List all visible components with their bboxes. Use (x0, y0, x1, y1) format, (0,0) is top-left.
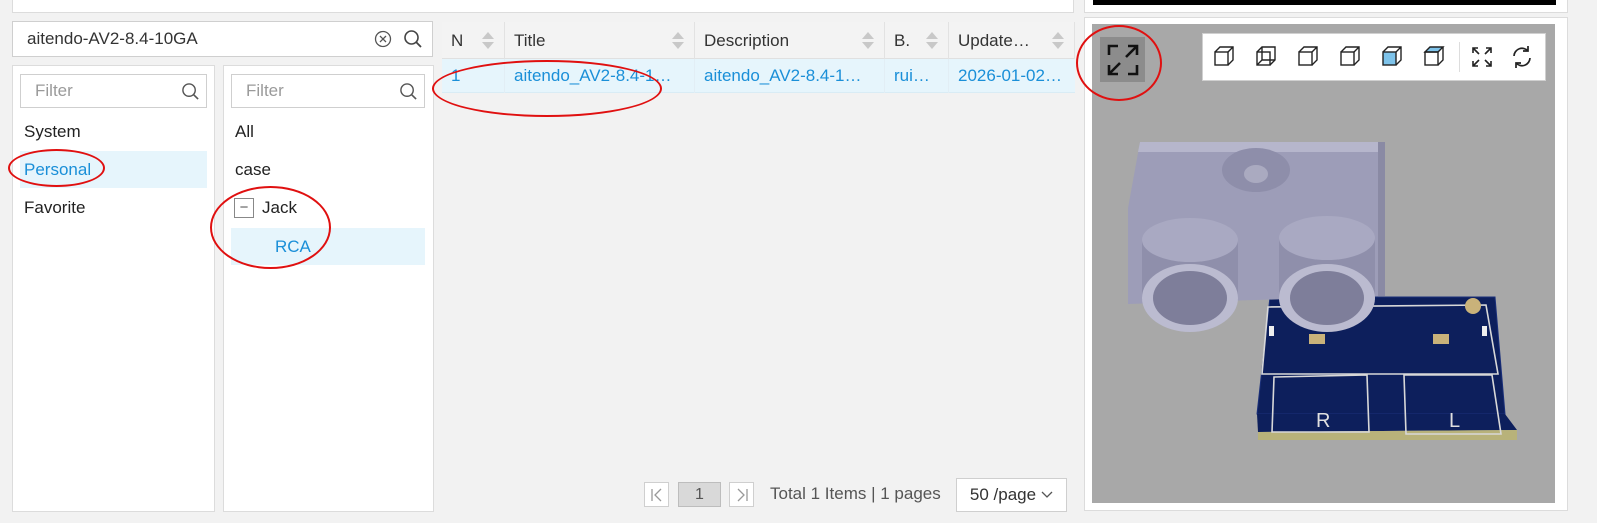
cell-description: aitendo_AV2-8.4-1… (695, 59, 885, 93)
column-header-updated[interactable]: Update… (949, 22, 1075, 59)
last-page-icon (737, 488, 748, 501)
page-size-value: 50 /page (969, 485, 1037, 504)
pagination-summary: Total 1 Items | 1 pages (770, 484, 941, 503)
column-label: N (451, 30, 464, 50)
category-item-case[interactable]: case (231, 151, 425, 188)
search-icon[interactable] (402, 28, 424, 50)
sort-icon[interactable] (925, 30, 939, 51)
search-icon[interactable] (181, 82, 200, 101)
tree-child-label: RCA (275, 236, 311, 256)
table-header: N Title Description B. Update… (442, 22, 1075, 59)
first-page-button[interactable] (644, 482, 669, 507)
library-item-label: System (24, 121, 81, 141)
page-size-select[interactable]: 50 /page (956, 478, 1067, 512)
category-item-label: case (235, 159, 271, 179)
column-header-description[interactable]: Description (695, 22, 885, 59)
cube-right-icon[interactable] (1337, 44, 1363, 70)
cell-title: aitendo_AV2-8.4-1… (505, 59, 695, 93)
fit-view-icon[interactable] (1469, 44, 1495, 70)
cell-b: rui… (885, 59, 949, 93)
category-item-label: All (235, 121, 254, 141)
column-label: Description (704, 30, 790, 50)
collapse-icon[interactable]: − (234, 197, 254, 218)
table-row[interactable]: 1 aitendo_AV2-8.4-1… aitendo_AV2-8.4-1… … (442, 59, 1075, 93)
library-item-favorite[interactable]: Favorite (20, 189, 207, 226)
category-filter-input[interactable]: Filter (231, 74, 425, 108)
search-input[interactable]: aitendo-AV2-8.4-10GA (12, 21, 433, 57)
sort-icon[interactable] (1051, 30, 1065, 51)
column-header-b[interactable]: B. (885, 22, 949, 59)
board-label-l: L (1449, 410, 1460, 432)
first-page-icon (650, 488, 661, 501)
3d-viewer[interactable]: R L (1092, 24, 1555, 503)
last-page-button[interactable] (729, 482, 754, 507)
tree-node-label: Jack (262, 197, 297, 217)
cube-bottom-icon[interactable] (1421, 44, 1447, 70)
cell-n: 1 (442, 59, 505, 93)
column-label: Title (514, 30, 546, 50)
tree-node-jack[interactable]: − Jack (231, 189, 425, 226)
column-label: Update… (958, 30, 1030, 50)
expand-icon (1107, 44, 1138, 75)
sort-icon[interactable] (861, 30, 875, 51)
category-item-all[interactable]: All (231, 113, 425, 150)
cell-updated: 2026-01-02… (958, 66, 1062, 85)
category-filter-placeholder: Filter (246, 81, 284, 100)
column-header-n[interactable]: N (442, 22, 505, 59)
3d-model-render: R L (1128, 142, 1517, 440)
cube-front-icon[interactable] (1211, 44, 1237, 70)
tree-child-rca[interactable]: RCA (231, 228, 425, 265)
sort-icon[interactable] (481, 30, 495, 51)
cube-top-icon[interactable] (1379, 44, 1405, 70)
library-item-label: Favorite (24, 197, 86, 217)
page-number-button[interactable]: 1 (678, 482, 721, 507)
top-panel-edge (12, 0, 1074, 13)
view-toolbar (1202, 33, 1546, 81)
cube-back-icon[interactable] (1253, 44, 1279, 70)
rotate-icon[interactable] (1509, 44, 1535, 70)
library-filter-input[interactable]: Filter (20, 74, 207, 108)
sort-icon[interactable] (671, 30, 685, 51)
library-item-personal[interactable]: Personal (20, 151, 207, 188)
search-value: aitendo-AV2-8.4-10GA (27, 29, 198, 48)
library-item-system[interactable]: System (20, 113, 207, 150)
chevron-down-icon (1041, 491, 1053, 498)
column-label: B. (894, 30, 911, 50)
viewer-top-bar (1093, 0, 1556, 5)
column-header-title[interactable]: Title (505, 22, 695, 59)
search-icon[interactable] (399, 82, 418, 101)
clear-icon[interactable] (372, 28, 394, 50)
toolbar-divider (1459, 42, 1460, 72)
board-label-r: R (1316, 410, 1330, 432)
fullscreen-button[interactable] (1100, 37, 1145, 82)
cube-left-icon[interactable] (1295, 44, 1321, 70)
library-filter-placeholder: Filter (35, 81, 73, 100)
library-item-label: Personal (24, 159, 92, 179)
